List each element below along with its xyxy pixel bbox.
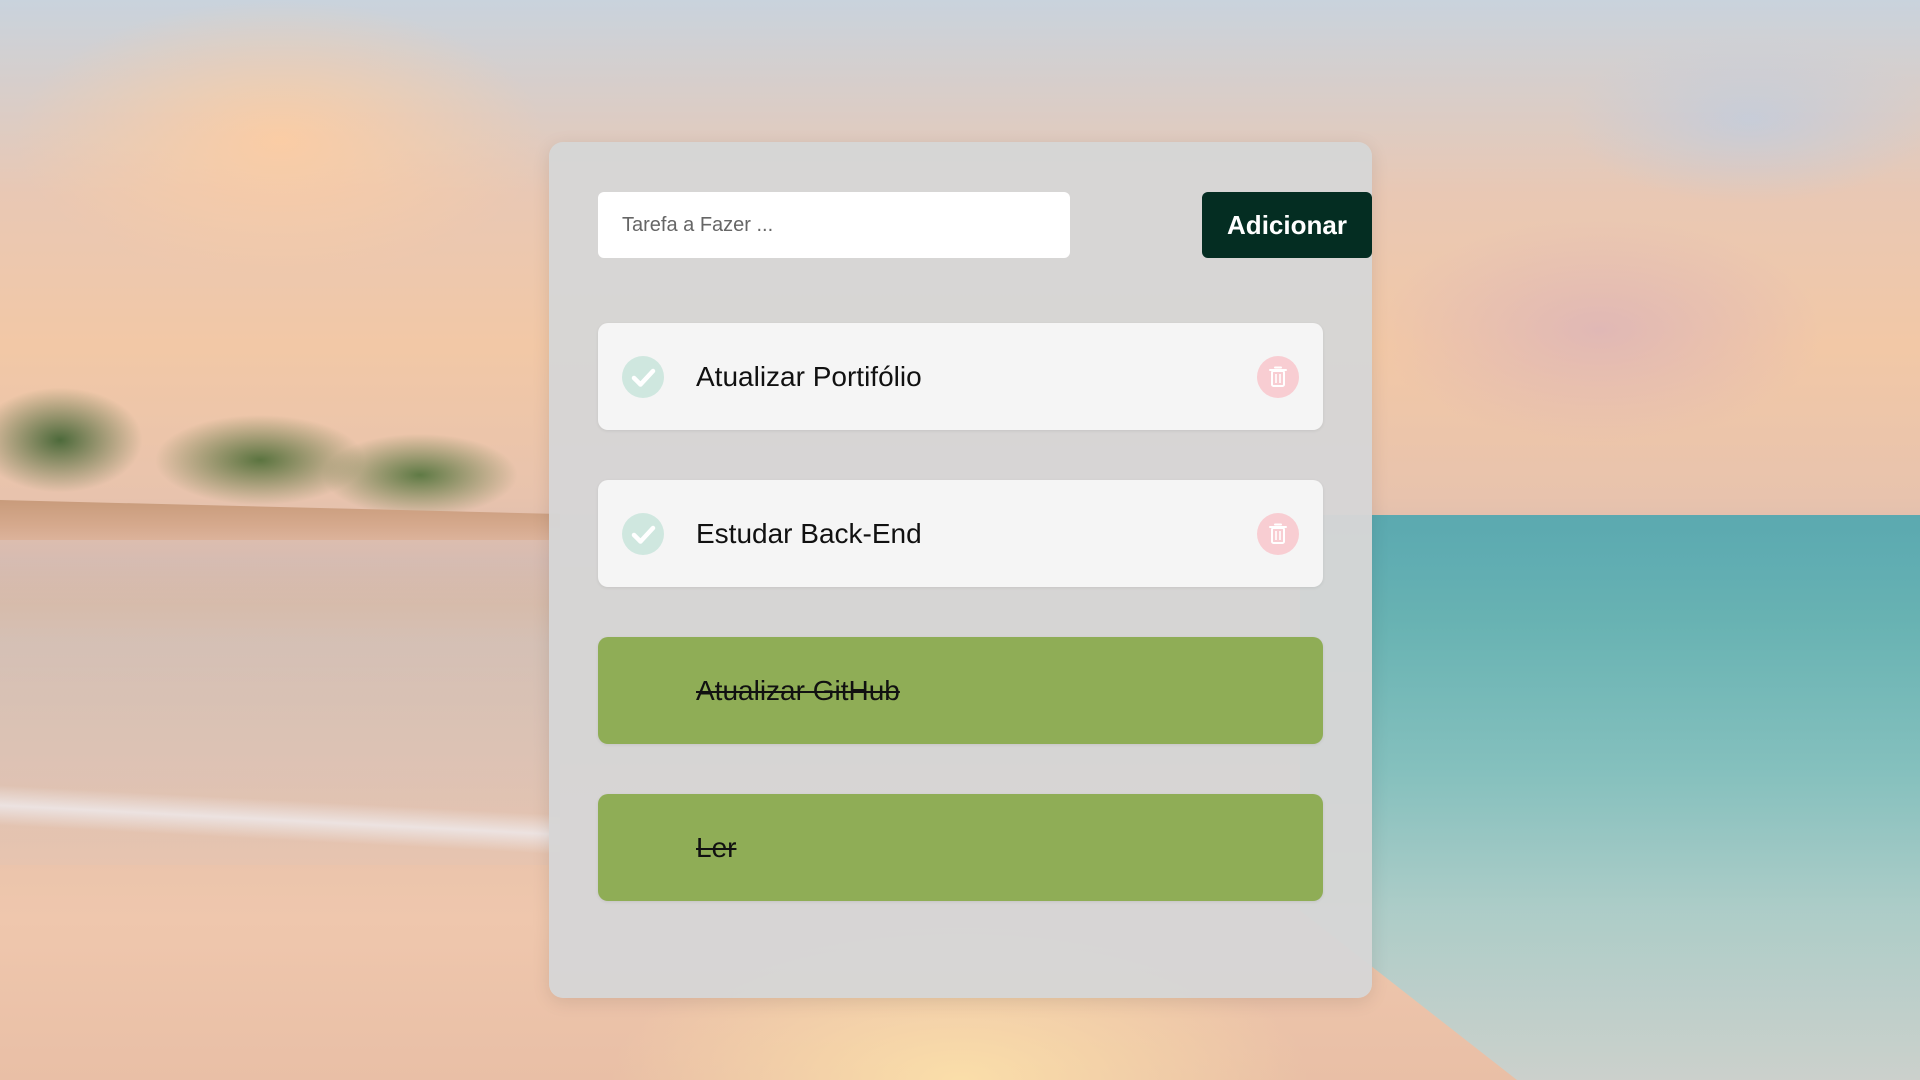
task-text: Atualizar GitHub <box>696 675 900 706</box>
task-item-completed[interactable]: Ler <box>598 794 1323 901</box>
task-text: Atualizar Portifólio <box>696 361 922 392</box>
check-circle-icon[interactable] <box>622 356 664 398</box>
task-list: Atualizar Portifólio Estudar Back-End At… <box>598 323 1323 951</box>
todo-card: Adicionar Atualizar Portifólio <box>549 142 1372 998</box>
check-circle-icon[interactable] <box>622 513 664 555</box>
task-text: Ler <box>696 832 737 863</box>
new-task-form: Adicionar <box>598 192 1372 258</box>
trash-icon[interactable] <box>1257 513 1299 555</box>
task-input[interactable] <box>598 192 1070 258</box>
background-island <box>0 340 560 530</box>
task-item: Estudar Back-End <box>598 480 1323 587</box>
trash-icon[interactable] <box>1257 356 1299 398</box>
task-text: Estudar Back-End <box>696 518 922 549</box>
task-item: Atualizar Portifólio <box>598 323 1323 430</box>
add-task-button[interactable]: Adicionar <box>1202 192 1372 258</box>
task-item-completed[interactable]: Atualizar GitHub <box>598 637 1323 744</box>
